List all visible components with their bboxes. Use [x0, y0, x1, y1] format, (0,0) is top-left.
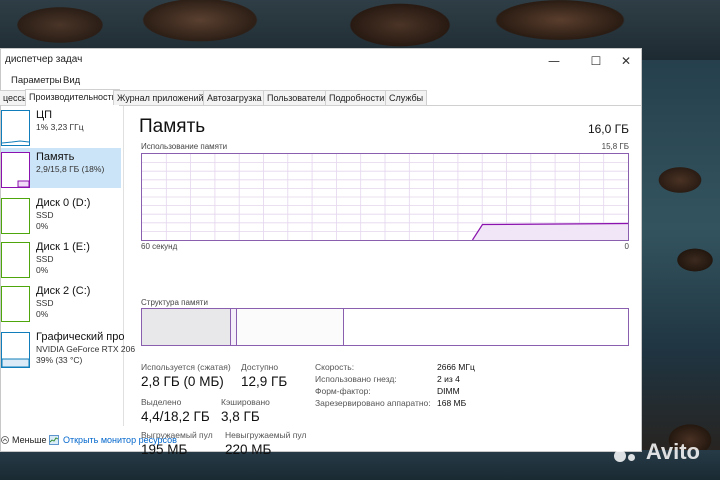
tab-performance[interactable]: Производительность — [25, 89, 121, 106]
cached-value: 3,8 ГБ — [221, 409, 260, 424]
avito-watermark: Avito — [612, 438, 700, 466]
memory-usage-graph — [141, 153, 629, 241]
sidebar-item-label: ЦП — [36, 109, 53, 121]
memory-mini-graph — [17, 180, 30, 188]
disk-thumbnail — [1, 198, 30, 234]
structure-standby — [237, 309, 344, 345]
minimize-button[interactable]: — — [539, 51, 569, 71]
tab-startup[interactable]: Автозагрузка — [203, 90, 266, 105]
page-title: Память — [139, 116, 206, 137]
hardware-reserved-label: Зарезервировано аппаратно: — [315, 398, 431, 408]
fewer-details-label: Меньше — [12, 435, 47, 445]
cached-label: Кэшировано — [221, 397, 270, 407]
sidebar-item-detail: 2,9/15,8 ГБ (18%) — [36, 164, 105, 174]
committed-value: 4,4/18,2 ГБ — [141, 409, 210, 424]
sidebar-item-gpu[interactable]: Графический про NVIDIA GeForce RTX 206 3… — [1, 328, 135, 368]
footer-bar: Меньше Открыть монитор ресурсов — [1, 429, 641, 451]
window-title: диспетчер задач — [5, 54, 83, 65]
sidebar-item-disk-0[interactable]: Диск 0 (D:) SSD 0% — [1, 194, 121, 234]
cpu-mini-graph — [1, 140, 30, 144]
sidebar-item-usage: 0% — [36, 265, 49, 275]
hardware-reserved-value: 168 МБ — [437, 398, 467, 408]
task-manager-window: диспетчер задач — ☐ ✕ Параметры Вид цесс… — [0, 48, 642, 457]
sidebar-item-label: Диск 1 (E:) — [36, 241, 90, 253]
sidebar-item-usage: 0% — [36, 309, 49, 319]
tab-users[interactable]: Пользователи — [263, 90, 330, 105]
memory-total: 16,0 ГБ — [587, 122, 629, 136]
open-resource-monitor-label: Открыть монитор ресурсов — [63, 435, 177, 445]
tab-app-history[interactable]: Журнал приложений — [113, 90, 208, 105]
time-axis-label: 60 секунд — [141, 242, 178, 251]
usage-area — [472, 223, 628, 240]
sidebar-item-disk-2[interactable]: Диск 2 (C:) SSD 0% — [1, 282, 121, 322]
sidebar-item-label: Диск 2 (C:) — [36, 285, 91, 297]
memory-panel: Память 16,0 ГБ Использование памяти 15,8… — [125, 106, 637, 457]
sidebar-item-memory[interactable]: Память 2,9/15,8 ГБ (18%) — [1, 148, 121, 188]
gpu-mini-graph — [1, 358, 30, 368]
slots-used-label: Использовано гнезд: — [315, 374, 397, 384]
performance-sidebar: ЦП 1% 3,23 ГГц Память 2,9/15,8 ГБ (18%) … — [1, 106, 135, 426]
sidebar-item-cpu[interactable]: ЦП 1% 3,23 ГГц — [1, 106, 121, 146]
memory-structure-bar — [141, 308, 629, 346]
speed-value: 2666 МГц — [437, 362, 475, 372]
resource-monitor-icon — [49, 435, 59, 445]
fewer-details-button[interactable]: Меньше — [1, 435, 47, 445]
form-factor-label: Форм-фактор: — [315, 386, 371, 396]
sidebar-item-label: Графический про — [36, 331, 125, 343]
menu-bar: Параметры Вид — [1, 73, 641, 89]
time-axis-zero: 0 — [624, 242, 629, 251]
background-sea — [640, 60, 720, 480]
sidebar-item-type: SSD — [36, 210, 54, 220]
memory-usage-chart — [142, 154, 629, 241]
sidebar-item-type: SSD — [36, 298, 54, 308]
tab-bar: цессы Производительность Журнал приложен… — [0, 89, 641, 106]
in-use-value: 2,8 ГБ (0 МБ) — [141, 374, 224, 389]
structure-in-use — [142, 309, 231, 345]
watermark-text: Avito — [645, 439, 700, 464]
in-use-label: Используется (сжатая) — [141, 362, 231, 372]
sidebar-item-usage: 39% (33 °C) — [36, 355, 83, 365]
disk-thumbnail — [1, 286, 30, 322]
close-button[interactable]: ✕ — [611, 51, 641, 71]
tab-services[interactable]: Службы — [385, 90, 428, 105]
tab-details[interactable]: Подробности — [325, 90, 389, 105]
available-label: Доступно — [241, 362, 279, 372]
maximize-button[interactable]: ☐ — [581, 51, 611, 71]
sidebar-item-detail: 1% 3,23 ГГц — [36, 122, 84, 132]
sidebar-item-disk-1[interactable]: Диск 1 (E:) SSD 0% — [1, 238, 121, 278]
form-factor-value: DIMM — [437, 386, 460, 396]
usage-graph-max: 15,8 ГБ — [601, 142, 629, 151]
memory-thumbnail — [1, 152, 30, 188]
sidebar-item-usage: 0% — [36, 221, 49, 231]
title-bar[interactable]: диспетчер задач — ☐ ✕ — [1, 49, 641, 73]
cpu-thumbnail — [1, 110, 30, 146]
sidebar-item-model: NVIDIA GeForce RTX 206 — [36, 344, 136, 354]
disk-thumbnail — [1, 242, 30, 278]
open-resource-monitor-link[interactable]: Открыть монитор ресурсов — [49, 435, 177, 445]
avito-logo-icon — [612, 438, 640, 466]
available-value: 12,9 ГБ — [241, 374, 288, 389]
sidebar-item-type: SSD — [36, 254, 54, 264]
menu-options[interactable]: Параметры — [11, 75, 62, 86]
committed-label: Выделено — [141, 397, 182, 407]
memory-structure-label: Структура памяти — [141, 298, 208, 307]
sidebar-item-label: Диск 0 (D:) — [36, 197, 91, 209]
chevron-up-icon — [1, 436, 9, 444]
structure-free — [344, 309, 628, 345]
usage-graph-label: Использование памяти — [141, 142, 228, 151]
menu-view[interactable]: Вид — [63, 75, 80, 86]
sidebar-item-label: Память — [36, 151, 75, 163]
gpu-thumbnail — [1, 332, 30, 368]
speed-label: Скорость: — [315, 362, 355, 372]
slots-used-value: 2 из 4 — [437, 374, 460, 384]
